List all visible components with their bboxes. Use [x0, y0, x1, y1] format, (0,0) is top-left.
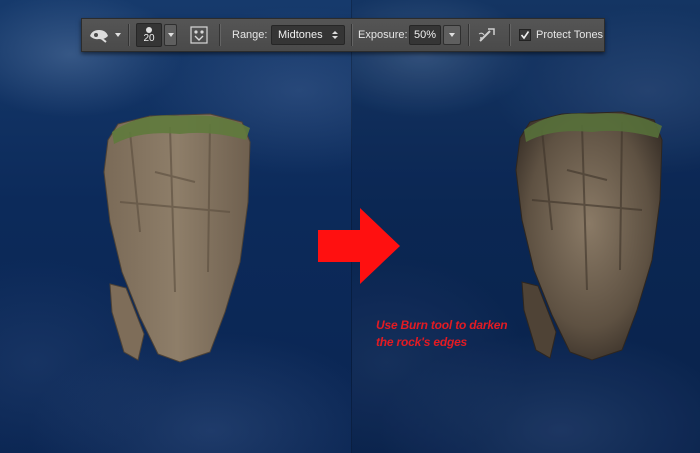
protect-tones-label: Protect Tones [536, 29, 604, 41]
toolbar-separator [509, 24, 511, 46]
range-select-box[interactable]: Midtones [271, 25, 345, 45]
annotation-line-2: the rock's edges [376, 335, 468, 349]
range-select[interactable]: Midtones [271, 19, 345, 51]
tool-options-bar: 20 Range: Midtones Exposure: 50% Protect… [81, 18, 605, 52]
updown-arrows-icon [332, 31, 338, 39]
exposure-control[interactable]: 50% [409, 19, 461, 51]
exposure-input[interactable]: 50% [409, 25, 441, 45]
brush-size-value: 20 [143, 33, 155, 44]
tool-preset-picker[interactable] [88, 19, 121, 51]
toolbar-separator [351, 24, 353, 46]
exposure-slider-button[interactable] [443, 25, 461, 45]
exposure-label: Exposure: [358, 29, 408, 41]
floating-rock-before [103, 113, 251, 363]
brush-preview: 20 [136, 23, 162, 47]
arrow-right-icon [318, 208, 400, 284]
annotation-text: Use Burn tool to darken the rock's edges [376, 317, 508, 351]
protect-tones-checkbox[interactable] [519, 29, 531, 41]
chevron-down-icon [115, 33, 121, 37]
range-group: Range: [232, 19, 267, 51]
range-label: Range: [232, 29, 268, 41]
floating-rock-after [515, 111, 663, 361]
toolbar-separator [468, 24, 470, 46]
exposure-group: Exposure: [358, 19, 408, 51]
range-value: Midtones [278, 29, 323, 41]
exposure-value: 50% [414, 29, 437, 41]
burn-tool-icon [90, 30, 108, 43]
checkmark-icon [520, 31, 530, 40]
brush-panel-icon [190, 26, 208, 44]
annotation-line-1: Use Burn tool to darken [376, 318, 508, 332]
brush-size-picker[interactable]: 20 [136, 19, 177, 51]
toolbar-separator [128, 24, 130, 46]
protect-tones-option[interactable]: Protect Tones [519, 19, 603, 51]
toolbar-separator [219, 24, 221, 46]
airbrush-toggle[interactable] [477, 19, 497, 51]
airbrush-icon [478, 28, 495, 42]
chevron-down-icon [167, 33, 174, 37]
brush-size-dropdown-button[interactable] [164, 24, 177, 46]
chevron-down-icon [449, 33, 455, 37]
brush-panel-toggle[interactable] [190, 19, 208, 51]
